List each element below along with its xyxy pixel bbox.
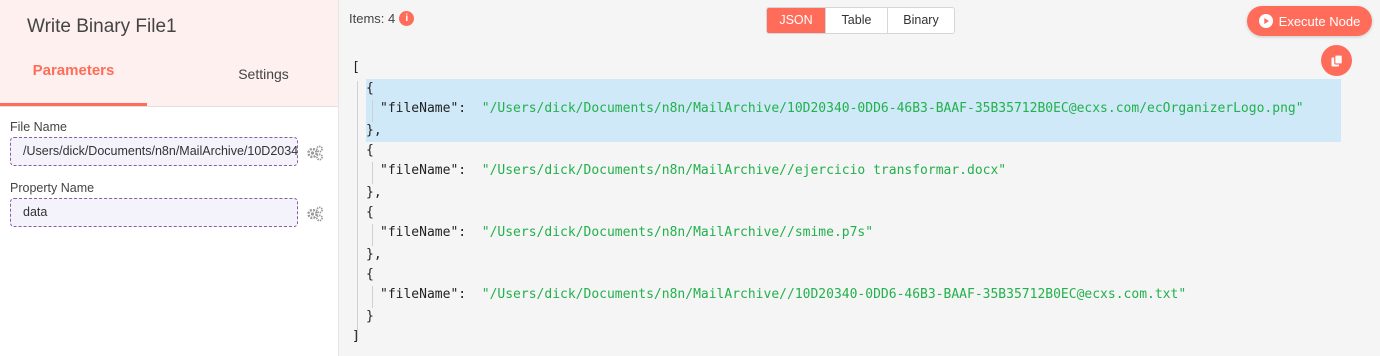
node-parameters-panel: Write Binary File1 Parameters Settings F…	[0, 0, 339, 356]
json-open-brace: {	[366, 143, 374, 158]
items-count-label: Items: 4	[349, 11, 396, 26]
view-table-button[interactable]: Table	[826, 8, 888, 33]
json-close-brace: },	[366, 123, 382, 138]
indent-guide	[357, 81, 358, 341]
json-entry[interactable]: "fileName": "/Users/dick/Documents/n8n/M…	[380, 285, 1186, 305]
json-close-brace: },	[366, 247, 382, 262]
indent-guide	[372, 224, 373, 246]
file-name-input[interactable]: /Users/dick/Documents/n8n/MailArchive/10…	[10, 137, 298, 166]
indent-guide	[372, 162, 373, 184]
node-header: Write Binary File1 Parameters Settings	[0, 0, 338, 107]
json-entry[interactable]: "fileName": "/Users/dick/Documents/n8n/M…	[380, 223, 873, 243]
json-value: "/Users/dick/Documents/n8n/MailArchive//…	[481, 225, 874, 240]
execute-node-button[interactable]: Execute Node	[1247, 6, 1372, 36]
json-close-brace: }	[366, 309, 374, 324]
gear-icon[interactable]	[306, 205, 324, 223]
json-entry[interactable]: "fileName": "/Users/dick/Documents/n8n/M…	[380, 161, 1006, 181]
property-name-label: Property Name	[10, 181, 95, 195]
active-tab-indicator	[0, 103, 147, 106]
file-name-label: File Name	[10, 120, 67, 134]
view-json-button[interactable]: JSON	[767, 8, 826, 33]
json-close-brace: },	[366, 185, 382, 200]
json-key: "fileName":	[380, 163, 467, 178]
json-key: "fileName":	[380, 101, 467, 116]
json-value: "/Users/dick/Documents/n8n/MailArchive//…	[481, 163, 1007, 178]
gear-icon[interactable]	[306, 144, 324, 162]
info-icon[interactable]: i	[399, 11, 415, 26]
json-open-brace: {	[366, 81, 374, 96]
json-value: "/Users/dick/Documents/n8n/MailArchive//…	[481, 287, 1187, 302]
node-title[interactable]: Write Binary File1	[27, 16, 177, 38]
indent-guide	[372, 100, 373, 122]
copy-button[interactable]	[1321, 45, 1352, 76]
json-open-brace: {	[366, 267, 374, 282]
execute-node-label: Execute Node	[1278, 13, 1361, 29]
tab-parameters[interactable]: Parameters	[0, 62, 147, 79]
items-count: Items: 4 i	[349, 11, 415, 26]
view-mode-switch: JSON Table Binary	[766, 7, 955, 34]
property-name-input[interactable]: data	[10, 198, 298, 227]
tab-settings[interactable]: Settings	[190, 66, 337, 82]
json-close-bracket: ]	[352, 329, 360, 344]
json-open-bracket: [	[352, 60, 360, 75]
view-binary-button[interactable]: Binary	[888, 8, 954, 33]
json-entry[interactable]: "fileName": "/Users/dick/Documents/n8n/M…	[380, 99, 1304, 119]
copy-icon	[1331, 53, 1343, 66]
json-key: "fileName":	[380, 287, 467, 302]
json-value: "/Users/dick/Documents/n8n/MailArchive/1…	[481, 101, 1304, 116]
indent-guide	[372, 286, 373, 308]
json-open-brace: {	[366, 205, 374, 220]
json-key: "fileName":	[380, 225, 467, 240]
play-icon	[1258, 14, 1273, 28]
